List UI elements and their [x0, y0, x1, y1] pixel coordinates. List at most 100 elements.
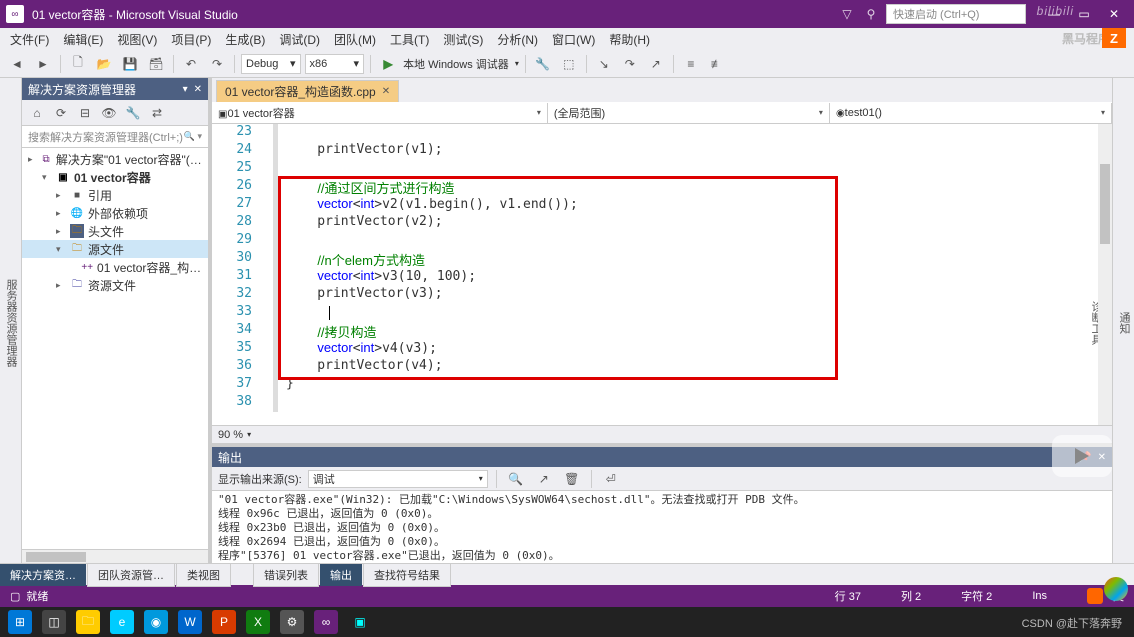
word-taskbar-icon[interactable]: W [178, 610, 202, 634]
tree-item[interactable]: ++01 vector容器_构造函数.cpp [22, 258, 208, 276]
menu-item[interactable]: 编辑(E) [57, 28, 109, 51]
menu-item[interactable]: 项目(P) [165, 28, 217, 51]
status-col: 列 2 [901, 588, 921, 604]
solution-explorer: 解决方案资源管理器 ▾ ✕ ⌂ ⟳ ⊟ 👁 🔧 ⇄ 搜索解决方案资源管理器(Ctr… [22, 78, 212, 563]
editor-tab-active[interactable]: 01 vector容器_构造函数.cpp ✕ [216, 80, 399, 102]
nav-project-combo[interactable]: ▣01 vector容器▾ [212, 103, 548, 123]
sync-button[interactable]: ⇄ [146, 102, 168, 124]
left-vtab[interactable]: 服务器资源管理器 [1, 275, 21, 371]
nav-fwd-button[interactable]: ► [32, 53, 54, 75]
menu-item[interactable]: 窗口(W) [546, 28, 601, 51]
platform-combo[interactable]: x86▾ [305, 54, 365, 74]
status-line: 行 37 [835, 588, 861, 604]
output-clear-button[interactable]: 🗑 [561, 468, 583, 490]
folder-taskbar-icon[interactable]: 🗀 [76, 610, 100, 634]
bottom-tab[interactable]: 输出 [320, 564, 362, 586]
menu-item[interactable]: 测试(S) [437, 28, 489, 51]
solution-search-input[interactable]: 搜索解决方案资源管理器(Ctrl+;) 🔍 ▾ [22, 126, 208, 148]
menu-item[interactable]: 生成(B) [219, 28, 271, 51]
output-find-button[interactable]: 🔍 [505, 468, 527, 490]
output-wrap-button[interactable]: ⏎ [600, 468, 622, 490]
minimize-button[interactable]: — [1040, 4, 1068, 24]
redo-button[interactable]: ↷ [206, 53, 228, 75]
config-combo[interactable]: Debug▾ [241, 54, 301, 74]
tree-item[interactable]: ▾▣01 vector容器 [22, 168, 208, 186]
undo-button[interactable]: ↶ [180, 53, 202, 75]
comment-button[interactable]: ≡ [680, 53, 702, 75]
menu-item[interactable]: 分析(N) [491, 28, 544, 51]
menu-item[interactable]: 团队(M) [328, 28, 382, 51]
tree-item[interactable]: ▸🌐外部依赖项 [22, 204, 208, 222]
solution-explorer-toolbar: ⌂ ⟳ ⊟ 👁 🔧 ⇄ [22, 100, 208, 126]
new-project-button[interactable]: 🗋 [67, 53, 89, 75]
panel-close-icon[interactable]: ✕ [194, 84, 202, 95]
tree-item[interactable]: ▸⧉解决方案"01 vector容器"(1 个项目) [22, 150, 208, 168]
feedback-icon[interactable]: ⚲ [862, 5, 880, 23]
start-debug-button[interactable]: ▶ [377, 53, 399, 75]
menu-item[interactable]: 文件(F) [4, 28, 55, 51]
solex-hscrollbar[interactable] [22, 549, 208, 563]
editor-vscrollbar[interactable] [1098, 124, 1112, 425]
status-ins: Ins [1032, 590, 1047, 602]
bottom-tab[interactable]: 解决方案资… [0, 564, 86, 586]
edge-taskbar-icon[interactable]: e [110, 610, 134, 634]
close-button[interactable]: ✕ [1100, 4, 1128, 24]
app-taskbar-icon[interactable]: ◉ [144, 610, 168, 634]
output-goto-button[interactable]: ↗ [533, 468, 555, 490]
menu-item[interactable]: 工具(T) [384, 28, 435, 51]
tool-taskbar-icon[interactable]: ⚙ [280, 610, 304, 634]
taskview-button[interactable]: ◫ [42, 610, 66, 634]
start-button[interactable]: ⊞ [8, 610, 32, 634]
refresh-button[interactable]: ⟳ [50, 102, 72, 124]
zoom-indicator[interactable]: 90 % ▾ [212, 425, 1112, 443]
cmd-taskbar-icon[interactable]: ▣ [348, 610, 372, 634]
show-all-button[interactable]: 👁 [98, 102, 120, 124]
output-toolbar: 显示输出来源(S): 调试▾ 🔍 ↗ 🗑 ⏎ [212, 467, 1112, 491]
start-debug-label[interactable]: 本地 Windows 调试器 [403, 56, 509, 72]
tree-item[interactable]: ▸🗀资源文件 [22, 276, 208, 294]
right-vtab[interactable]: 通知 [1114, 308, 1134, 338]
toolbar-btn-a[interactable]: 🔧 [532, 53, 554, 75]
nav-member-combo[interactable]: ◉test01()▾ [830, 103, 1112, 123]
bottom-tab[interactable]: 错误列表 [253, 563, 319, 587]
save-button[interactable]: 💾 [119, 53, 141, 75]
main-area: 服务器资源管理器工具箱 解决方案资源管理器 ▾✕ ⌂ ⟳ ⊟ 👁 🔧 ⇄ 搜索解… [0, 78, 1134, 563]
menu-item[interactable]: 调试(D) [273, 28, 326, 51]
output-source-combo[interactable]: 调试▾ [308, 470, 488, 488]
collapse-button[interactable]: ⊟ [74, 102, 96, 124]
panel-close-icon[interactable]: ✕ [1098, 452, 1106, 463]
excel-taskbar-icon[interactable]: X [246, 610, 270, 634]
ime-indicator-icon[interactable] [1087, 588, 1103, 604]
tree-item[interactable]: ▸■引用 [22, 186, 208, 204]
nav-back-button[interactable]: ◄ [6, 53, 28, 75]
open-button[interactable]: 📂 [93, 53, 115, 75]
tab-close-icon[interactable]: ✕ [382, 86, 390, 97]
tree-item[interactable]: ▸🗀头文件 [22, 222, 208, 240]
output-header: 输出 📌✕ [212, 447, 1112, 467]
bottom-tab[interactable]: 类视图 [176, 563, 231, 587]
bottom-tab[interactable]: 查找符号结果 [363, 563, 451, 587]
ppt-taskbar-icon[interactable]: P [212, 610, 236, 634]
nav-scope-combo[interactable]: (全局范围)▾ [548, 103, 830, 123]
tree-item[interactable]: ▾🗀源文件 [22, 240, 208, 258]
quick-launch-input[interactable]: 快速启动 (Ctrl+Q) [886, 4, 1026, 24]
code-editor[interactable]: 2324 printVector(v1);2526 //通过区间方式进行构造27… [212, 124, 1112, 425]
home-button[interactable]: ⌂ [26, 102, 48, 124]
solution-explorer-title: 解决方案资源管理器 [28, 81, 136, 98]
toolbar-btn-b[interactable]: ⬚ [558, 53, 580, 75]
vs-taskbar-icon[interactable]: ∞ [314, 610, 338, 634]
notifications-icon[interactable]: ▽ [838, 5, 856, 23]
save-all-button[interactable]: 🗃 [145, 53, 167, 75]
step-out-button[interactable]: ↗ [645, 53, 667, 75]
maximize-button[interactable]: ▭ [1070, 4, 1098, 24]
step-over-button[interactable]: ↷ [619, 53, 641, 75]
uncomment-button[interactable]: ≢ [706, 53, 728, 75]
panel-pin-icon[interactable]: 📌 [1079, 452, 1091, 463]
menu-item[interactable]: 视图(V) [111, 28, 163, 51]
step-into-button[interactable]: ↘ [593, 53, 615, 75]
menu-item[interactable]: 帮助(H) [603, 28, 656, 51]
output-text[interactable]: "01 vector容器.exe"(Win32): 已加载"C:\Windows… [212, 491, 1112, 563]
panel-dropdown-icon[interactable]: ▾ [183, 84, 188, 95]
bottom-tab[interactable]: 团队资源管… [87, 563, 175, 587]
properties-button[interactable]: 🔧 [122, 102, 144, 124]
